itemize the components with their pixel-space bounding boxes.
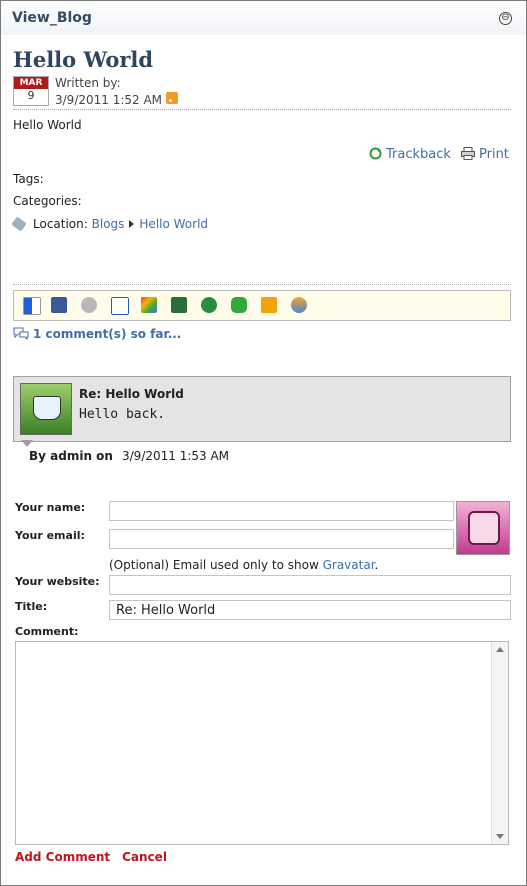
digg-icon[interactable] bbox=[261, 297, 277, 313]
post-body: Hello World bbox=[13, 118, 82, 132]
comment-body: Hello back. bbox=[79, 407, 166, 422]
module-header: View_Blog ⊖ bbox=[1, 1, 526, 35]
email-label: Your email: bbox=[15, 529, 85, 542]
module-title: View_Blog bbox=[12, 10, 92, 26]
calendar-day: 9 bbox=[27, 89, 35, 102]
add-comment-button[interactable]: Add Comment bbox=[15, 850, 110, 864]
calendar-month: MAR bbox=[14, 77, 48, 89]
facebook-icon[interactable] bbox=[51, 297, 67, 313]
title-label: Title: bbox=[15, 600, 48, 613]
technorati-icon[interactable] bbox=[231, 297, 247, 313]
gravatar-face-icon bbox=[468, 511, 500, 545]
share-bar bbox=[13, 290, 511, 321]
email-note: (Optional) Email used only to show Grava… bbox=[109, 558, 378, 572]
tag-icon bbox=[11, 216, 27, 232]
print-link[interactable]: Print bbox=[461, 147, 509, 162]
gravatar-link[interactable]: Gravatar bbox=[323, 558, 375, 572]
gravatar-avatar bbox=[456, 501, 510, 555]
post-date: 3/9/2011 1:52 AM bbox=[55, 93, 163, 107]
location-label: Location: bbox=[33, 217, 88, 231]
friends-icon[interactable] bbox=[291, 297, 307, 313]
collapse-icon[interactable]: ⊖ bbox=[499, 12, 512, 25]
comment-author: By admin on bbox=[29, 449, 113, 463]
comments-count-label: 1 comment(s) so far... bbox=[33, 327, 182, 341]
comment-item: Re: Hello World Hello back. bbox=[13, 376, 511, 442]
comments-icon bbox=[13, 327, 29, 340]
website-field[interactable] bbox=[109, 575, 511, 595]
divider bbox=[13, 109, 511, 110]
google-icon[interactable] bbox=[111, 297, 129, 315]
email-note-text: (Optional) Email used only to show bbox=[109, 558, 323, 572]
website-label: Your website: bbox=[15, 575, 100, 588]
email-note-end: . bbox=[374, 558, 379, 572]
commenter-avatar bbox=[20, 383, 72, 435]
trackback-link[interactable]: Trackback bbox=[369, 147, 451, 162]
scroll-down-icon[interactable] bbox=[496, 834, 504, 839]
comment-date: 3/9/2011 1:53 AM bbox=[122, 449, 230, 463]
reddit-icon[interactable] bbox=[171, 297, 187, 313]
comment-textarea[interactable] bbox=[15, 641, 509, 845]
tags-label: Tags: bbox=[13, 172, 44, 186]
printer-icon bbox=[461, 147, 475, 160]
divider bbox=[13, 284, 511, 285]
comment-pointer bbox=[21, 440, 33, 447]
breadcrumb-blogs[interactable]: Blogs bbox=[92, 217, 125, 231]
post-title: Hello World bbox=[13, 47, 154, 72]
location-breadcrumb: Location: Blogs Hello World bbox=[11, 216, 208, 232]
form-actions: Add Comment Cancel bbox=[15, 850, 179, 864]
email-field[interactable] bbox=[109, 529, 454, 549]
rss-icon[interactable] bbox=[166, 92, 178, 104]
blog-module: View_Blog ⊖ Hello World MAR 9 Written by… bbox=[0, 0, 527, 886]
scroll-up-icon[interactable] bbox=[496, 647, 504, 652]
textarea-scrollbar[interactable] bbox=[491, 642, 508, 844]
windows-live-icon[interactable] bbox=[141, 297, 157, 313]
trackback-label: Trackback bbox=[386, 147, 451, 162]
written-by: Written by: bbox=[55, 76, 121, 90]
date-calendar-icon: MAR 9 bbox=[13, 76, 49, 106]
breadcrumb-hello-world[interactable]: Hello World bbox=[139, 217, 208, 231]
print-label: Print bbox=[479, 147, 509, 162]
name-label: Your name: bbox=[15, 501, 86, 514]
comment-label: Comment: bbox=[15, 625, 79, 638]
stumbleupon-icon[interactable] bbox=[201, 297, 217, 313]
breadcrumb-separator-icon bbox=[129, 220, 135, 228]
comment-title: Re: Hello World bbox=[79, 387, 184, 401]
categories-label: Categories: bbox=[13, 194, 82, 208]
delicious-icon[interactable] bbox=[23, 297, 41, 315]
comments-count-link[interactable]: 1 comment(s) so far... bbox=[13, 327, 181, 341]
title-field[interactable]: Re: Hello World bbox=[109, 600, 511, 620]
myspace-icon[interactable] bbox=[81, 297, 97, 313]
avatar-face-icon bbox=[33, 396, 61, 420]
trackback-icon bbox=[369, 147, 382, 160]
cancel-button[interactable]: Cancel bbox=[122, 850, 167, 864]
name-field[interactable] bbox=[109, 501, 454, 521]
